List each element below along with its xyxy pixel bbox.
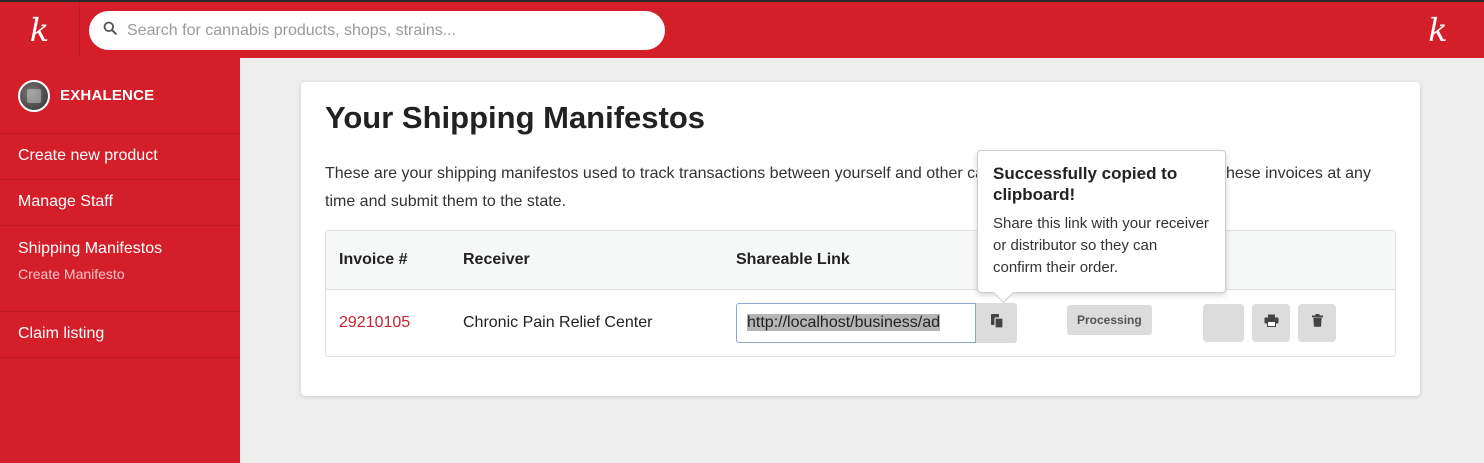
column-header-link: Shareable Link [736,251,850,268]
page-description: These are your shipping manifestos used … [325,165,1371,210]
sidebar-item-claim-listing[interactable]: Claim listing [0,312,240,358]
avatar [18,79,50,112]
page-title: Your Shipping Manifestos [325,100,706,135]
print-button[interactable] [1252,304,1290,342]
copied-tooltip: Successfully copied to clipboard! Share … [977,150,1226,293]
search-icon [103,21,117,40]
business-name: EXHALENCE [60,87,155,104]
sidebar: EXHALENCE Create new product Manage Staf… [0,58,240,463]
sidebar-item-shipping-manifestos[interactable]: Shipping Manifestos Create Manifesto [0,226,240,312]
sidebar-item-manage-staff[interactable]: Manage Staff [0,180,240,226]
brand-logo[interactable]: k [0,2,80,58]
table-header: Invoice # Receiver Shareable Link [326,231,1395,290]
brand-logo-right[interactable]: k [1398,2,1478,58]
search-input[interactable] [127,21,647,40]
action-button-blank[interactable] [1203,304,1244,342]
sidebar-item-label: Shipping Manifestos [18,240,163,257]
tooltip-body: Share this link with your receiver or di… [993,215,1209,276]
top-bar: k k [0,0,1484,58]
trash-icon [1311,314,1323,332]
copy-icon [990,313,1004,334]
invoice-link[interactable]: 29210105 [339,314,410,332]
status-badge: Processing [1067,305,1152,335]
business-profile[interactable]: EXHALENCE [0,58,240,134]
sidebar-item-create-product[interactable]: Create new product [0,134,240,180]
tooltip-title: Successfully copied to clipboard! [993,164,1178,204]
shareable-link-field[interactable]: http://localhost/business/ad [736,303,976,343]
print-icon [1264,314,1279,332]
receiver-name: Chronic Pain Relief Center [463,314,653,331]
column-header-invoice: Invoice # [339,251,408,268]
table-row: 29210105 Chronic Pain Relief Center http… [326,290,1395,356]
search-bar[interactable] [89,11,665,50]
sidebar-subitem-create-manifesto[interactable]: Create Manifesto [18,266,240,282]
manifestos-table: Invoice # Receiver Shareable Link 292101… [325,230,1396,357]
copy-link-button[interactable] [976,303,1017,343]
manifestos-card: Your Shipping Manifestos These are your … [301,82,1420,396]
column-header-receiver: Receiver [463,251,530,268]
delete-button[interactable] [1298,304,1336,342]
shareable-link-value: http://localhost/business/ad [747,314,941,331]
